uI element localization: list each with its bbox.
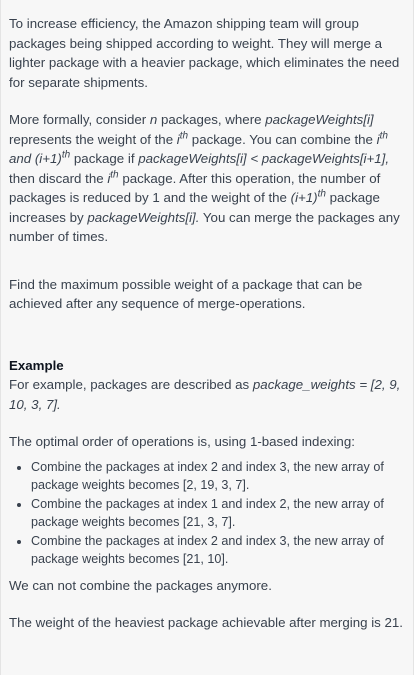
merge-condition: packageWeights[i] < packageWeights[i+1], [138, 151, 390, 166]
problem-statement: To increase efficiency, the Amazon shipp… [0, 0, 414, 675]
formal-text: More formally, consider [9, 112, 150, 127]
example-description: For example, packages are described as p… [9, 375, 405, 414]
list-item: Combine the packages at index 2 and inde… [31, 532, 405, 568]
var-i-plus-1: (i+1) [290, 190, 318, 205]
steps-list: Combine the packages at index 2 and inde… [9, 458, 405, 568]
result-text: The weight of the heaviest package achie… [9, 615, 403, 630]
superscript-th: th [110, 169, 119, 181]
list-item: Combine the packages at index 1 and inde… [31, 495, 405, 531]
list-item: Combine the packages at index 2 and inde… [31, 458, 405, 494]
superscript-th: th [179, 130, 189, 142]
example-text: For example, packages are described as [9, 377, 253, 392]
formal-text: then discard the [9, 170, 108, 186]
formal-text: represents the weight of the [9, 131, 177, 147]
superscript-th: th [61, 149, 71, 161]
var-package-weights-i: packageWeights[i] [265, 112, 374, 127]
formal-text: package if [70, 151, 139, 166]
var-i-plus-1: and (i+1) [9, 151, 62, 166]
task-paragraph: Find the maximum possible weight of a pa… [9, 276, 363, 312]
superscript-th: th [379, 130, 388, 142]
formal-text: package. You can combine the [188, 131, 377, 147]
example-heading: Example [9, 357, 64, 373]
intro-paragraph: To increase efficiency, the Amazon shipp… [9, 16, 400, 90]
cannot-combine-text: We can not combine the packages anymore. [9, 577, 272, 593]
optimal-order-text: The optimal order of operations is, usin… [9, 434, 355, 449]
superscript-th: th [317, 188, 326, 200]
formal-text: packages, where [157, 112, 266, 127]
var-package-weights-i: packageWeights[i]. [87, 209, 200, 225]
formal-description: More formally, consider n packages, wher… [9, 110, 405, 247]
